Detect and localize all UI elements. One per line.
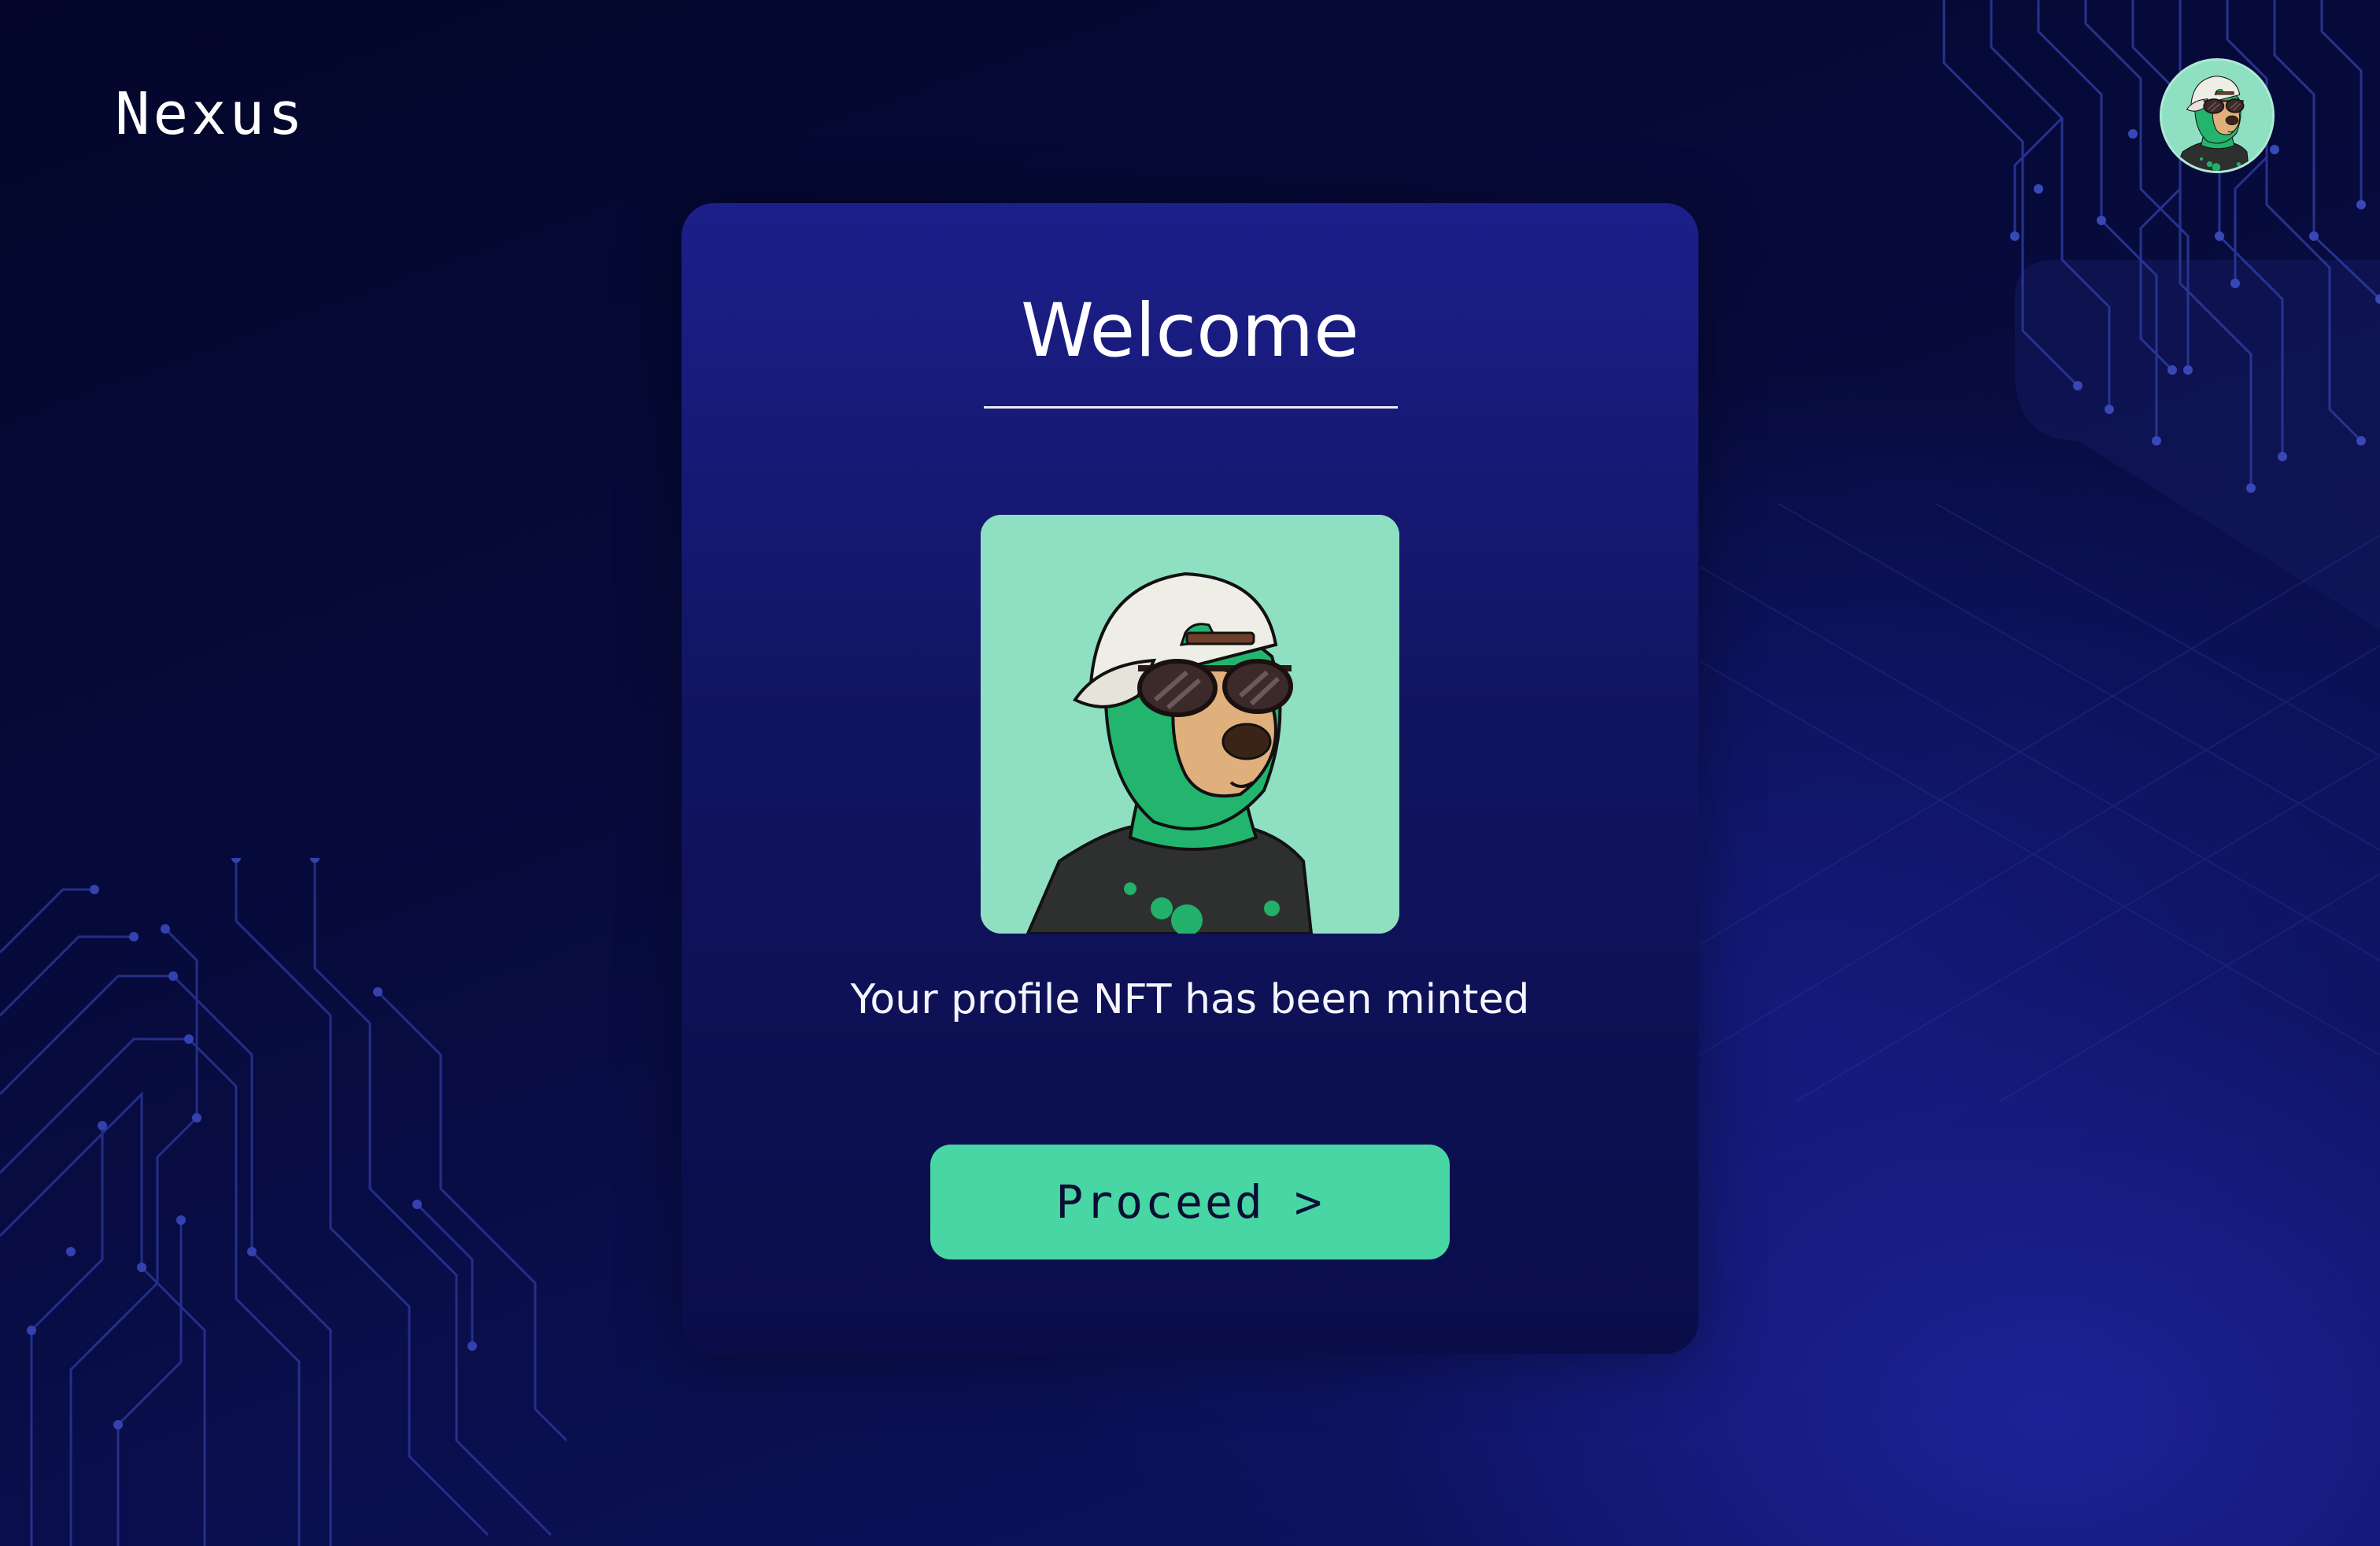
nft-image (981, 515, 1399, 934)
welcome-card: Welcome Your profile NFT has been minted… (682, 203, 1698, 1354)
proceed-button-label: Proceed > (1055, 1175, 1325, 1229)
circuit-decoration-top-right (1942, 0, 2380, 630)
brand-logo[interactable]: Nexus (115, 80, 306, 148)
circuit-decoration-bottom-left (0, 858, 567, 1546)
minted-message: Your profile NFT has been minted (850, 976, 1530, 1023)
grid-decoration (1700, 504, 2380, 1102)
bear-nft-artwork-icon (981, 515, 1399, 934)
user-avatar[interactable] (2160, 58, 2275, 173)
bear-nft-avatar-icon (2162, 61, 2272, 171)
title-divider (984, 406, 1398, 409)
proceed-button[interactable]: Proceed > (930, 1145, 1450, 1259)
welcome-title: Welcome (1021, 288, 1359, 374)
